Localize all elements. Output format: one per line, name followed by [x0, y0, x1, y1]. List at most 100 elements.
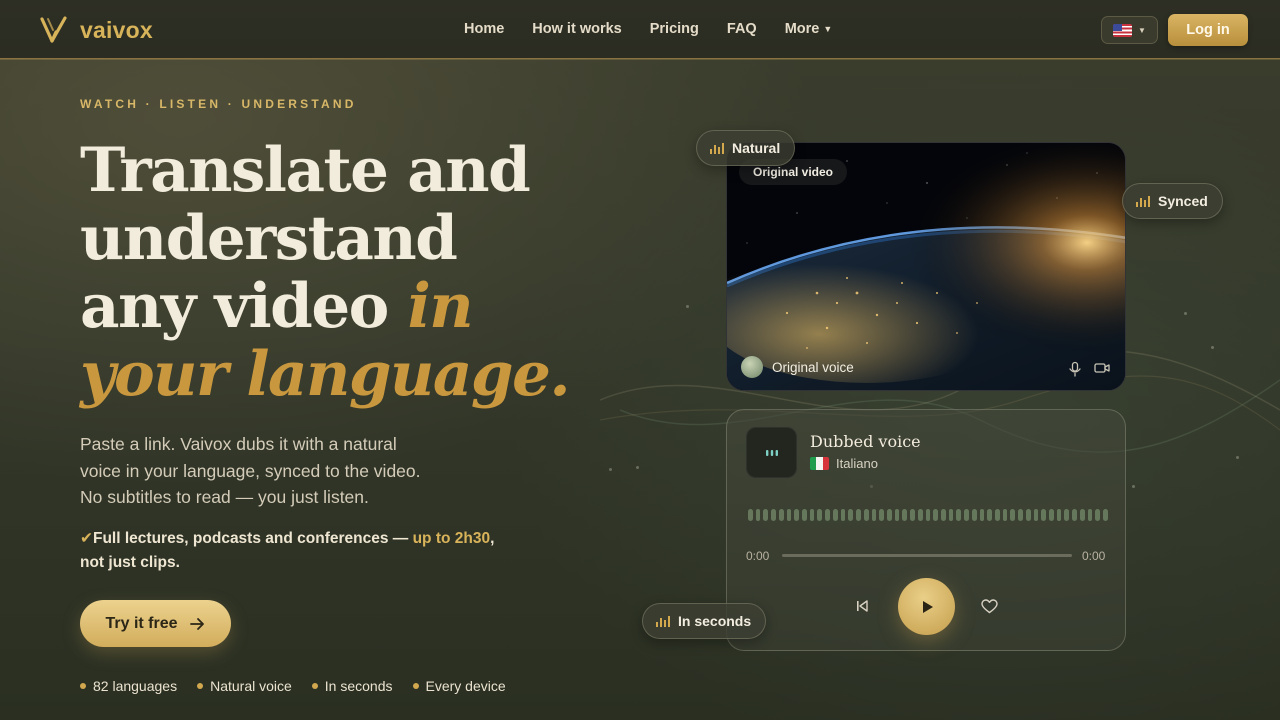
- waveform-bar: [879, 509, 884, 521]
- sparkle-icon: [1184, 312, 1187, 315]
- video-controls: [1068, 361, 1110, 377]
- headline-line-1: Translate and: [80, 135, 531, 206]
- brand-name: vaivox: [80, 16, 153, 43]
- natural-pill: Natural: [696, 130, 796, 166]
- hero-headline: Translate and understand any video in yo…: [80, 137, 600, 409]
- original-voice-indicator: Original voice: [741, 356, 854, 378]
- arrow-right-icon: [189, 617, 204, 630]
- nav-link-how-it-works[interactable]: How it works: [532, 21, 621, 37]
- waveform-bar: [1064, 509, 1070, 521]
- dubbed-language: Italiano: [810, 456, 878, 471]
- hero-subtitle: Paste a link. Vaivox dubs it with a natu…: [80, 431, 500, 511]
- waveform-bar: [1033, 509, 1039, 521]
- hero-eyebrow: WATCH · LISTEN · UNDERSTAND: [80, 97, 357, 111]
- waveform-bar: [1002, 509, 1008, 521]
- feature-bullets: 82 languages Natural voice In seconds Ev…: [80, 678, 506, 694]
- bullet-dot-icon: [197, 683, 204, 689]
- natural-pill-label: Natural: [732, 140, 781, 156]
- waveform-bar: [1056, 509, 1062, 521]
- sparkle-icon: [636, 466, 639, 469]
- play-button[interactable]: [898, 578, 955, 635]
- avatar: [741, 356, 763, 378]
- waveform-bar: [802, 509, 807, 521]
- play-icon: [922, 600, 933, 613]
- brand-logo[interactable]: vaivox: [40, 16, 153, 44]
- waveform-bar: [848, 509, 854, 521]
- waveform-bar: [794, 509, 800, 521]
- bullet-dot-icon: [311, 683, 318, 689]
- bullet-in-seconds: In seconds: [311, 678, 393, 694]
- sparkle-icon: [1132, 485, 1135, 488]
- waveform-bar: [1072, 509, 1077, 521]
- waveform-bar: [778, 509, 784, 521]
- login-button[interactable]: Log in: [1168, 14, 1248, 46]
- headline-line-3: any video in: [80, 273, 600, 341]
- in-seconds-pill-label: In seconds: [678, 613, 752, 629]
- bullet-natural-voice: Natural voice: [197, 678, 292, 694]
- bullet-label: 82 languages: [93, 678, 178, 694]
- dubbed-voice-thumbnail: [746, 427, 797, 478]
- bullet-label: In seconds: [324, 678, 393, 694]
- original-video-card[interactable]: Original video Original voice: [726, 142, 1126, 391]
- previous-button[interactable]: [854, 598, 870, 614]
- waveform-bar: [894, 509, 900, 521]
- waveform-bar: [863, 509, 869, 521]
- favorite-button[interactable]: [980, 598, 998, 614]
- waveform-bar: [902, 509, 908, 521]
- waveform-bar: [1025, 509, 1031, 521]
- language-selector[interactable]: ▼: [1101, 16, 1158, 44]
- nav-link-faq[interactable]: FAQ: [727, 21, 757, 37]
- audio-bars-icon: [710, 143, 724, 154]
- waveform-bar: [1018, 509, 1023, 521]
- heart-icon: [980, 598, 998, 613]
- headline-line-2: understand: [80, 203, 458, 274]
- original-voice-label: Original voice: [772, 359, 854, 375]
- waveform-bar: [886, 509, 892, 521]
- subtitle-line-2: voice in your language, synced to the vi…: [80, 460, 421, 481]
- waveform-bar: [817, 509, 823, 521]
- waveform-bar: [840, 509, 846, 521]
- waveform-bar: [956, 509, 962, 521]
- bullet-languages: 82 languages: [80, 678, 177, 694]
- in-seconds-pill: In seconds: [642, 603, 767, 639]
- waveform-bar: [1010, 509, 1016, 521]
- synced-pill-label: Synced: [1158, 193, 1208, 209]
- waveform-bar: [856, 509, 861, 521]
- flag-us-icon: [1113, 23, 1133, 37]
- nav-link-more[interactable]: More ▼: [785, 21, 833, 37]
- progress-track[interactable]: [782, 554, 1072, 557]
- waveform-bar: [755, 509, 761, 521]
- waveform-bar: [809, 509, 815, 521]
- checkmark-icon: ✔: [80, 530, 93, 547]
- flag-italy-icon: [810, 457, 829, 470]
- dubbed-voice-title: Dubbed voice: [810, 432, 921, 451]
- nav-link-more-label: More: [784, 21, 820, 37]
- waveform-bar: [1103, 509, 1108, 521]
- waveform-bar: [940, 509, 946, 521]
- bullet-dot-icon: [80, 683, 86, 689]
- try-it-free-button[interactable]: Try it free: [80, 600, 231, 647]
- sparkle-icon: [686, 305, 689, 308]
- audio-bars-icon: [656, 616, 670, 627]
- waveform-bar: [771, 509, 776, 521]
- waveform-bar: [825, 509, 830, 521]
- waveform-bar: [1095, 509, 1101, 521]
- sparkle-icon: [609, 468, 612, 471]
- feature-highlight: ✔Full lectures, podcasts and conferences…: [80, 527, 540, 575]
- nav-link-pricing[interactable]: Pricing: [650, 21, 699, 37]
- feature-line-2: not just clips.: [80, 554, 180, 571]
- dubbed-language-label: Italiano: [836, 456, 878, 471]
- video-camera-icon[interactable]: [1094, 361, 1110, 375]
- waveform-bar: [917, 509, 923, 521]
- waveform-bar: [971, 509, 977, 521]
- headline-accent-your-language: your language.: [80, 339, 571, 410]
- feature-text: Full lectures, podcasts and conferences …: [93, 530, 413, 547]
- waveform-bar: [910, 509, 915, 521]
- waveform-bar: [933, 509, 938, 521]
- nav-link-home[interactable]: Home: [464, 21, 504, 37]
- microphone-icon[interactable]: [1068, 361, 1082, 377]
- waveform-bar: [925, 509, 931, 521]
- sparkle-icon: [1236, 456, 1239, 459]
- nav-links: Home How it works Pricing FAQ More ▼: [464, 21, 860, 37]
- bullet-every-device: Every device: [412, 678, 506, 694]
